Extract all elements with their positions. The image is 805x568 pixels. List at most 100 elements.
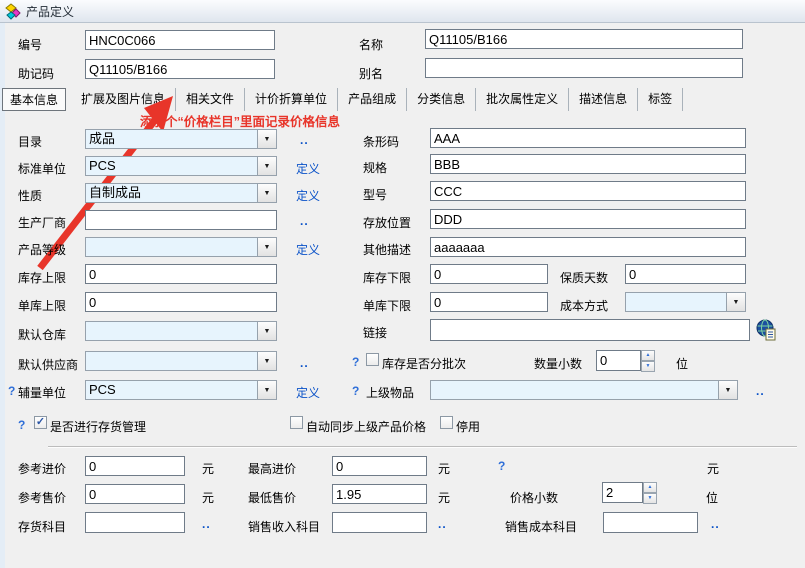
tab-extended-images[interactable]: 扩展及图片信息 <box>71 88 176 111</box>
spin-down-icon[interactable]: ▼ <box>643 493 657 504</box>
batch-split-checkbox[interactable] <box>366 353 379 366</box>
aux-unit-define-link[interactable]: 定义 <box>296 384 320 401</box>
chevron-down-icon[interactable]: ▼ <box>257 184 276 202</box>
manufacturer-label: 生产厂商 <box>18 214 66 231</box>
nature-dropdown[interactable]: 自制成品 ▼ <box>85 183 277 203</box>
grade-label: 产品等级 <box>18 241 66 258</box>
spin-up-icon[interactable]: ▲ <box>641 350 655 361</box>
nature-label: 性质 <box>18 187 42 204</box>
link-url-input[interactable] <box>430 319 750 341</box>
ref-purchase-input[interactable] <box>85 456 185 476</box>
chevron-down-icon[interactable]: ▼ <box>257 322 276 340</box>
spin-down-icon[interactable]: ▼ <box>641 361 655 372</box>
barcode-input[interactable] <box>430 128 746 148</box>
inventory-mgmt-checkbox[interactable]: ✓ <box>34 416 47 429</box>
stock-lower-label: 库存下限 <box>363 269 411 286</box>
qty-decimal-input[interactable] <box>596 350 641 371</box>
product-definition-window: 产品定义 编号 名称 助记码 别名 基本信息 扩展及图片信息 相关文件 计价折算… <box>0 0 805 568</box>
ref-sale-label: 参考售价 <box>18 489 66 506</box>
single-upper-input[interactable] <box>85 292 277 312</box>
catalog-dropdown[interactable]: 成品 ▼ <box>85 129 277 149</box>
code-input[interactable] <box>85 30 275 50</box>
inventory-account-input[interactable] <box>85 512 185 533</box>
grade-define-link[interactable]: 定义 <box>296 241 320 258</box>
tab-description-info[interactable]: 描述信息 <box>569 88 638 111</box>
name-label: 名称 <box>359 36 383 53</box>
chevron-down-icon[interactable]: ▼ <box>726 293 745 311</box>
chevron-down-icon[interactable]: ▼ <box>257 130 276 148</box>
default-supplier-dropdown[interactable]: ▼ <box>85 351 277 371</box>
ref-purchase-label: 参考进价 <box>18 460 66 477</box>
chevron-down-icon[interactable]: ▼ <box>257 157 276 175</box>
std-unit-value: PCS <box>86 157 257 175</box>
ref-sale-input[interactable] <box>85 484 185 504</box>
section-divider <box>48 446 797 448</box>
parent-item-help[interactable]: ? <box>352 384 359 398</box>
single-lower-input[interactable] <box>430 292 548 312</box>
link-globe-icon[interactable] <box>755 318 779 342</box>
min-sale-input[interactable] <box>332 484 427 504</box>
batch-split-help[interactable]: ? <box>352 355 359 369</box>
tab-product-composition[interactable]: 产品组成 <box>338 88 407 111</box>
spec-label: 规格 <box>363 159 387 176</box>
parent-item-browse-link[interactable]: .. <box>756 384 765 398</box>
sales-cost-account-browse-link[interactable]: .. <box>711 517 720 531</box>
tab-classification-info[interactable]: 分类信息 <box>407 88 476 111</box>
sales-income-account-input[interactable] <box>332 512 427 533</box>
mnemonic-input[interactable] <box>85 59 275 79</box>
qty-decimal-stepper[interactable]: ▲ ▼ <box>641 350 655 371</box>
spec-input[interactable] <box>430 154 746 174</box>
std-unit-define-link[interactable]: 定义 <box>296 160 320 177</box>
default-warehouse-dropdown[interactable]: ▼ <box>85 321 277 341</box>
inventory-mgmt-help[interactable]: ? <box>18 418 25 432</box>
mnemonic-label: 助记码 <box>18 65 54 82</box>
sync-parent-price-label: 自动同步上级产品价格 <box>306 418 426 435</box>
cost-method-dropdown[interactable]: ▼ <box>625 292 746 312</box>
nature-value: 自制成品 <box>86 184 257 202</box>
aux-unit-dropdown[interactable]: PCS ▼ <box>85 380 277 400</box>
cost-method-value <box>626 293 726 311</box>
shelf-days-input[interactable] <box>625 264 746 284</box>
tab-labels[interactable]: 标签 <box>638 88 683 111</box>
tab-related-files[interactable]: 相关文件 <box>176 88 245 111</box>
chevron-down-icon[interactable]: ▼ <box>257 352 276 370</box>
spin-up-icon[interactable]: ▲ <box>643 482 657 493</box>
catalog-label: 目录 <box>18 133 42 150</box>
default-supplier-value <box>86 352 257 370</box>
tab-basic-info[interactable]: 基本信息 <box>2 88 66 111</box>
price-decimal-stepper[interactable]: ▲ ▼ <box>643 482 657 503</box>
sales-income-account-browse-link[interactable]: .. <box>438 517 447 531</box>
other-desc-input[interactable] <box>430 237 746 257</box>
inventory-account-browse-link[interactable]: .. <box>202 517 211 531</box>
alias-input[interactable] <box>425 58 743 78</box>
default-supplier-browse-link[interactable]: .. <box>300 356 309 370</box>
price-help[interactable]: ? <box>498 459 505 473</box>
sales-cost-account-input[interactable] <box>603 512 698 533</box>
nature-define-link[interactable]: 定义 <box>296 187 320 204</box>
annotation-text: 添加个“价格栏目”里面记录价格信息 <box>140 111 340 130</box>
chevron-down-icon[interactable]: ▼ <box>257 238 276 256</box>
std-unit-dropdown[interactable]: PCS ▼ <box>85 156 277 176</box>
model-input[interactable] <box>430 181 746 201</box>
price-decimal-input[interactable] <box>602 482 643 503</box>
chevron-down-icon[interactable]: ▼ <box>718 381 737 399</box>
batch-split-label: 库存是否分批次 <box>382 355 466 372</box>
tab-pricing-conversion-unit[interactable]: 计价折算单位 <box>245 88 338 111</box>
aux-unit-help[interactable]: ? <box>8 384 15 398</box>
location-input[interactable] <box>430 209 746 229</box>
parent-item-dropdown[interactable]: ▼ <box>430 380 738 400</box>
tab-batch-attribute-definition[interactable]: 批次属性定义 <box>476 88 569 111</box>
single-lower-label: 单库下限 <box>363 297 411 314</box>
stock-lower-input[interactable] <box>430 264 548 284</box>
chevron-down-icon[interactable]: ▼ <box>257 381 276 399</box>
catalog-browse-link[interactable]: .. <box>300 133 309 147</box>
location-label: 存放位置 <box>363 214 411 231</box>
name-input[interactable] <box>425 29 743 49</box>
grade-dropdown[interactable]: ▼ <box>85 237 277 257</box>
manufacturer-input[interactable] <box>85 210 277 230</box>
disabled-checkbox[interactable] <box>440 416 453 429</box>
sync-parent-price-checkbox[interactable] <box>290 416 303 429</box>
stock-upper-input[interactable] <box>85 264 277 284</box>
manufacturer-browse-link[interactable]: .. <box>300 214 309 228</box>
max-purchase-input[interactable] <box>332 456 427 476</box>
